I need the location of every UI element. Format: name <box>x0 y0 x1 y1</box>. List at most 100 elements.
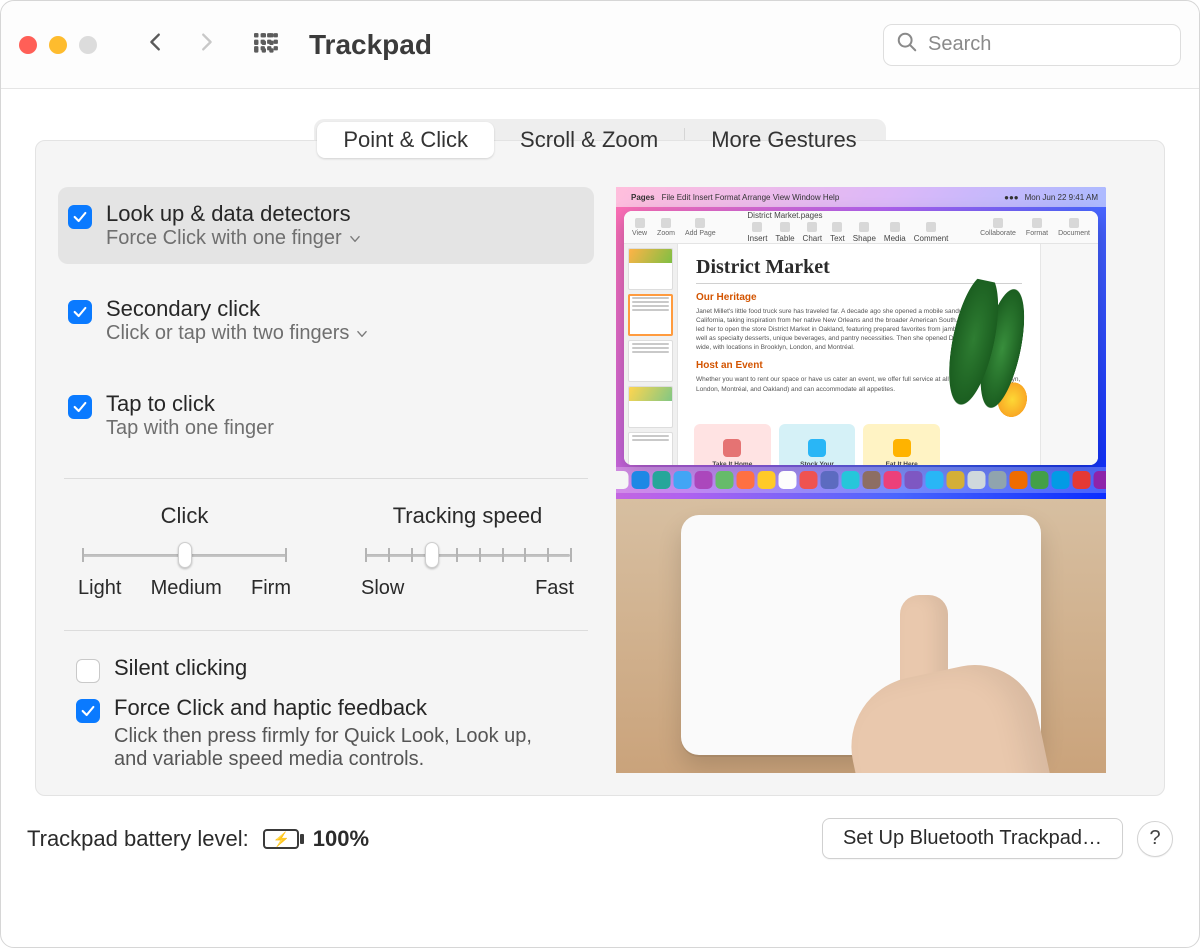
option-secondary-click[interactable]: Secondary click Click or tap with two fi… <box>58 282 594 359</box>
tracking-slider-knob[interactable] <box>425 542 439 568</box>
option-title: Tap to click <box>106 391 274 417</box>
lower-options: Silent clicking Force Click and haptic f… <box>58 637 594 771</box>
search-icon <box>896 31 918 58</box>
option-subtitle-text: Click or tap with two fingers <box>106 322 349 345</box>
search-input[interactable] <box>928 33 1193 56</box>
window-controls <box>19 36 97 54</box>
option-subtitle-text: Tap with one finger <box>106 417 274 440</box>
gesture-preview: Pages File Edit Insert Format Arrange Vi… <box>616 187 1106 773</box>
menubar-clock: Mon Jun 22 9:41 AM <box>1025 193 1098 202</box>
dock-app-icon <box>1010 471 1028 489</box>
preview-toolbar-item: Add Page <box>685 218 716 237</box>
dock-app-icon <box>989 471 1007 489</box>
checkbox-lookup[interactable] <box>68 205 92 229</box>
preview-toolbar-item: Media <box>884 222 906 243</box>
dock-app-icon <box>653 471 671 489</box>
slider-title: Tracking speed <box>361 503 574 529</box>
option-title: Silent clicking <box>114 655 247 681</box>
dock-app-icon <box>947 471 965 489</box>
tab-scroll-and-zoom[interactable]: Scroll & Zoom <box>494 122 684 158</box>
slider-label-right: Fast <box>535 577 574 600</box>
preview-doc-card: Eat It Here <box>863 424 940 465</box>
preview-menubar: Pages File Edit Insert Format Arrange Vi… <box>616 187 1106 207</box>
option-title: Force Click and haptic feedback <box>114 695 544 721</box>
zoom-window-button[interactable] <box>79 36 97 54</box>
show-all-prefs-button[interactable] <box>253 32 279 58</box>
preview-desktop: Pages File Edit Insert Format Arrange Vi… <box>616 187 1106 499</box>
preview-toolbar-item: Format <box>1026 218 1048 237</box>
preview-doc-page: District Market Our Heritage Janet Mille… <box>678 244 1040 465</box>
battery-label: Trackpad battery level: <box>27 826 249 852</box>
sliders-row: Click Light Medium Firm <box>58 485 594 606</box>
option-description: Click then press firmly for Quick Look, … <box>114 725 544 771</box>
preview-dock <box>616 467 1106 493</box>
chevron-down-icon <box>348 232 362 246</box>
preview-toolbar-item: Chart <box>803 222 823 243</box>
close-window-button[interactable] <box>19 36 37 54</box>
forward-button[interactable] <box>195 27 217 62</box>
preview-toolbar-item: Shape <box>853 222 876 243</box>
dock-app-icon <box>737 471 755 489</box>
option-subtitle-text: Force Click with one finger <box>106 227 342 250</box>
tab-bar: Point & Click Scroll & Zoom More Gesture… <box>314 119 885 161</box>
titlebar: Trackpad <box>1 1 1199 89</box>
option-force-click[interactable]: Force Click and haptic feedback Click th… <box>76 695 576 771</box>
tab-more-gestures[interactable]: More Gestures <box>685 122 883 158</box>
minimize-window-button[interactable] <box>49 36 67 54</box>
dock-app-icon <box>758 471 776 489</box>
preview-toolbar-item: Zoom <box>657 218 675 237</box>
tab-label: More Gestures <box>711 127 857 153</box>
dock-app-icon <box>695 471 713 489</box>
dock-app-icon <box>1073 471 1091 489</box>
battery-icon: ⚡ <box>263 829 299 849</box>
option-title: Secondary click <box>106 296 369 322</box>
menubar-app-name: Pages <box>631 193 655 202</box>
preview-toolbar-item: Collaborate <box>980 218 1016 237</box>
preview-finger <box>854 583 1034 773</box>
option-lookup[interactable]: Look up & data detectors Force Click wit… <box>58 187 594 264</box>
preview-toolbar-item: View <box>632 218 647 237</box>
preview-trackpad-area <box>616 499 1106 773</box>
tracking-slider-track[interactable] <box>361 543 574 567</box>
back-button[interactable] <box>145 27 167 62</box>
help-button[interactable]: ? <box>1137 821 1173 857</box>
dock-app-icon <box>842 471 860 489</box>
option-title: Look up & data detectors <box>106 201 362 227</box>
preview-toolbar-item: Comment <box>914 222 949 243</box>
tab-label: Point & Click <box>343 127 468 153</box>
checkbox-silent-clicking[interactable] <box>76 659 100 683</box>
dock-app-icon <box>1052 471 1070 489</box>
checkbox-tap-to-click[interactable] <box>68 395 92 419</box>
slider-title: Click <box>78 503 291 529</box>
preview-toolbar-item: Text <box>830 222 845 243</box>
checkbox-secondary-click[interactable] <box>68 300 92 324</box>
option-tap-to-click[interactable]: Tap to click Tap with one finger <box>58 377 594 454</box>
option-subtitle-dropdown[interactable]: Click or tap with two fingers <box>106 322 369 345</box>
option-silent-clicking[interactable]: Silent clicking <box>76 655 576 683</box>
slider-label-left: Slow <box>361 577 404 600</box>
preview-doc-card: Stock Your <box>779 424 856 465</box>
dock-app-icon <box>884 471 902 489</box>
option-subtitle-dropdown[interactable]: Force Click with one finger <box>106 227 362 250</box>
dock-app-icon <box>905 471 923 489</box>
options-panel: Look up & data detectors Force Click wit… <box>36 187 616 795</box>
preview-toolbar-item: Insert <box>747 222 767 243</box>
dock-app-icon <box>779 471 797 489</box>
dock-app-icon <box>1094 471 1107 489</box>
dock-app-icon <box>632 471 650 489</box>
preview-thumbnails <box>624 244 678 465</box>
content-frame: Look up & data detectors Force Click wit… <box>35 140 1165 796</box>
dock-app-icon <box>716 471 734 489</box>
tab-point-and-click[interactable]: Point & Click <box>317 122 494 158</box>
preferences-window: Trackpad Point & Click Scroll & Zoom Mor… <box>0 0 1200 948</box>
tab-label: Scroll & Zoom <box>520 127 658 153</box>
click-slider-knob[interactable] <box>178 542 192 568</box>
click-slider: Click Light Medium Firm <box>78 503 291 600</box>
setup-bluetooth-trackpad-button[interactable]: Set Up Bluetooth Trackpad… <box>822 818 1123 859</box>
divider <box>64 630 588 631</box>
search-field[interactable] <box>883 24 1181 66</box>
click-slider-track[interactable] <box>78 543 291 567</box>
checkbox-force-click[interactable] <box>76 699 100 723</box>
footer: Trackpad battery level: ⚡ 100% Set Up Bl… <box>1 796 1199 881</box>
page-title: Trackpad <box>309 29 432 61</box>
